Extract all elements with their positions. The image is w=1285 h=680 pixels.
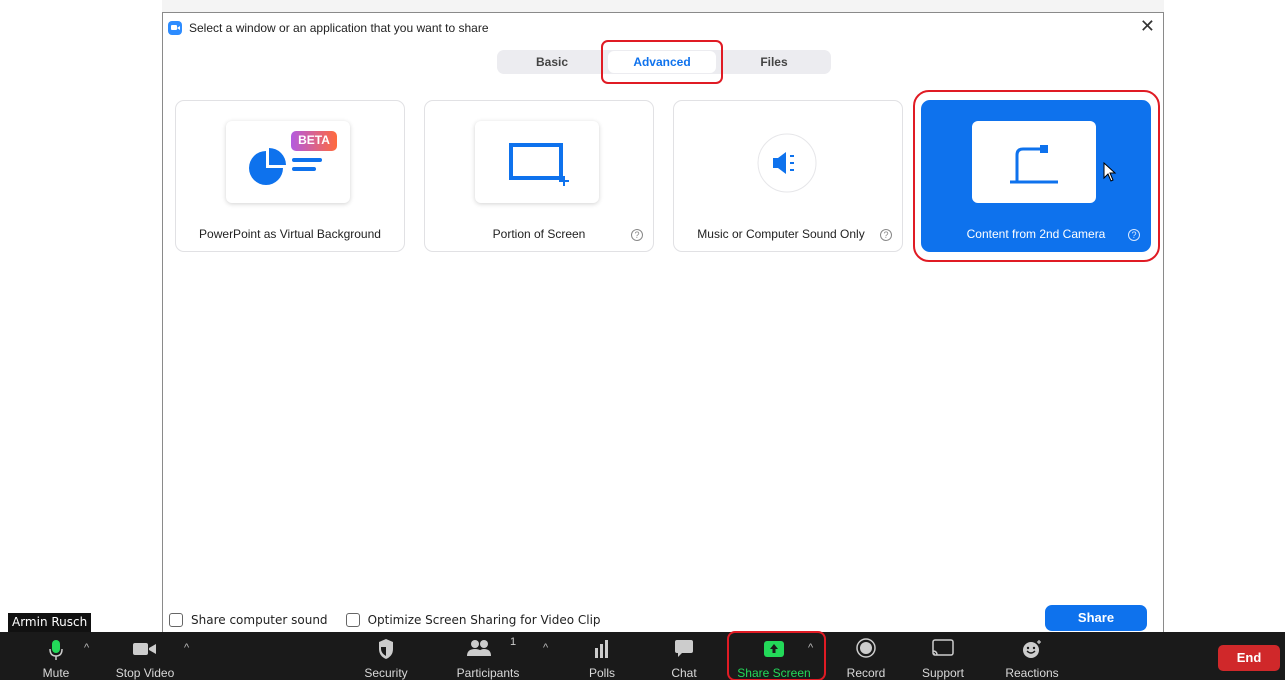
security-label: Security [364, 666, 408, 680]
participants-count: 1 [510, 636, 517, 648]
share-options-caret[interactable]: ^ [808, 642, 813, 654]
help-icon[interactable]: ? [631, 229, 643, 241]
record-button[interactable]: Record [842, 632, 890, 680]
option-label: PowerPoint as Virtual Background [199, 227, 381, 241]
reactions-label: Reactions [1005, 666, 1059, 680]
help-icon[interactable]: ? [880, 229, 892, 241]
chat-icon [675, 640, 693, 657]
share-tabs: Basic Advanced Files [497, 50, 831, 74]
polls-button[interactable]: Polls [582, 632, 622, 680]
optimize-video-clip-label: Optimize Screen Sharing for Video Clip [367, 613, 601, 627]
support-button[interactable]: Support [918, 632, 968, 680]
share-button[interactable]: Share [1045, 605, 1147, 631]
participants-icon [467, 640, 491, 656]
speaker-icon [757, 133, 817, 193]
option-thumbnail [475, 121, 599, 203]
option-content-2nd-camera[interactable]: Content from 2nd Camera ? [921, 100, 1151, 252]
video-options-caret[interactable]: ^ [184, 642, 189, 654]
option-label: Music or Computer Sound Only [697, 227, 865, 241]
chat-button[interactable]: Chat [664, 632, 704, 680]
dialog-title: Select a window or an application that y… [189, 21, 489, 35]
tab-advanced[interactable]: Advanced [608, 51, 716, 73]
help-icon[interactable]: ? [1128, 229, 1140, 241]
record-icon [856, 638, 876, 658]
meeting-toolbar: Mute ^ Stop Video ^ Security 1 Participa… [0, 632, 1285, 680]
share-screen-icon [764, 641, 784, 657]
close-button[interactable]: ✕ [1140, 17, 1155, 35]
video-camera-icon [133, 643, 156, 655]
support-label: Support [921, 666, 965, 680]
background-top [0, 0, 1285, 12]
screen-portion-icon [509, 143, 569, 186]
record-label: Record [846, 666, 886, 680]
audio-options-caret[interactable]: ^ [84, 642, 89, 654]
cast-icon [932, 639, 954, 656]
option-thumbnail: BETA [226, 121, 350, 203]
background-right [1164, 0, 1285, 632]
polls-label: Polls [588, 666, 615, 680]
option-portion-of-screen[interactable]: Portion of Screen ? [424, 100, 654, 252]
stop-video-label: Stop Video [115, 666, 175, 680]
participants-label: Participants [456, 666, 520, 680]
dialog-titlebar: Select a window or an application that y… [163, 13, 1163, 41]
option-music-computer-sound[interactable]: Music or Computer Sound Only ? [673, 100, 903, 252]
option-thumbnail [972, 121, 1096, 203]
share-options: Share computer sound Optimize Screen Sha… [169, 611, 601, 629]
document-camera-icon [1010, 145, 1058, 184]
share-screen-button[interactable]: Share Screen [734, 632, 814, 680]
participants-options-caret[interactable]: ^ [543, 642, 548, 654]
zoom-app-icon [168, 21, 182, 35]
tab-basic[interactable]: Basic [497, 50, 607, 74]
polls-icon [595, 640, 608, 658]
end-meeting-button[interactable]: End [1218, 645, 1280, 671]
option-label: Content from 2nd Camera [966, 227, 1106, 241]
reactions-icon [1023, 640, 1041, 658]
shield-icon [379, 639, 393, 659]
reactions-button[interactable]: Reactions [1002, 632, 1062, 680]
microphone-icon [49, 640, 63, 660]
background-left [0, 0, 162, 632]
participant-name-tag: Armin Rusch [8, 613, 92, 632]
mute-button[interactable]: Mute [30, 632, 82, 680]
security-button[interactable]: Security [358, 632, 414, 680]
participants-button[interactable]: 1 Participants [446, 632, 530, 680]
share-computer-sound-checkbox[interactable] [169, 613, 183, 627]
share-screen-label: Share Screen [737, 666, 811, 680]
share-computer-sound-label: Share computer sound [191, 613, 328, 627]
option-label: Portion of Screen [492, 227, 586, 241]
chat-label: Chat [671, 666, 697, 680]
stop-video-button[interactable]: Stop Video [110, 632, 180, 680]
optimize-video-clip-checkbox[interactable] [345, 613, 360, 627]
beta-badge: BETA [298, 133, 330, 147]
option-powerpoint-virtual-background[interactable]: BETA PowerPoint as Virtual Background [175, 100, 405, 252]
share-dialog: Select a window or an application that y… [162, 12, 1164, 634]
tab-files[interactable]: Files [719, 50, 829, 74]
mute-label: Mute [42, 666, 70, 680]
